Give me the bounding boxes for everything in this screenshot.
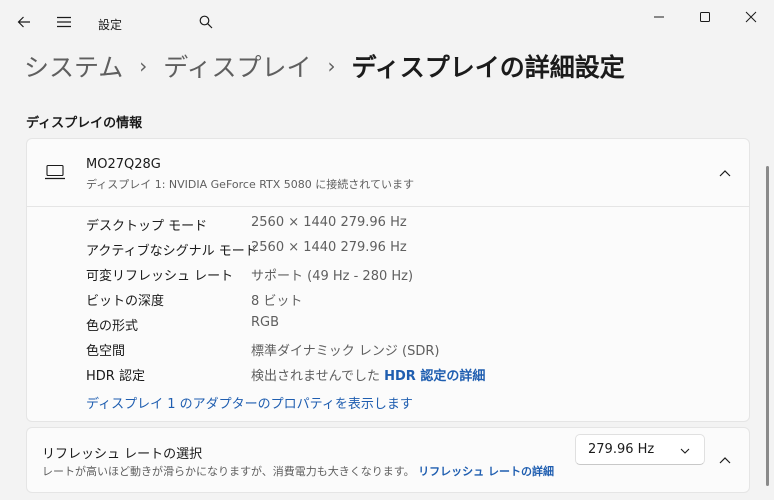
breadcrumb-display[interactable]: ディスプレイ (163, 48, 311, 84)
hdr-certification-link[interactable]: HDR 認定の詳細 (384, 369, 485, 384)
chevron-down-icon (680, 448, 690, 454)
refresh-rate-description: レートが高いほど動きが滑らかになりますが、消費電力も大きくなります。 リフレッシ… (42, 463, 554, 479)
refresh-rate-card: リフレッシュ レートの選択 レートが高いほど動きが滑らかになりますが、消費電力も… (26, 427, 750, 493)
property-value: 8 ビット (251, 294, 303, 309)
property-label: ビットの深度 (86, 294, 165, 309)
refresh-rate-selected-value: 279.96 Hz (588, 442, 655, 457)
minimize-button[interactable] (636, 2, 682, 32)
property-label: デスクトップ モード (86, 219, 208, 234)
monitor-name: MO27Q28G (86, 157, 161, 172)
back-button[interactable] (10, 8, 38, 36)
refresh-rate-details-link[interactable]: リフレッシュ レートの詳細 (418, 465, 554, 478)
title-bar: 設定 (0, 0, 774, 44)
property-value: 標準ダイナミック レンジ (SDR) (251, 344, 440, 359)
page-title: ディスプレイの詳細設定 (351, 53, 625, 82)
property-value: 検出されませんでした HDR 認定の詳細 (251, 365, 485, 384)
property-value: RGB (251, 315, 280, 330)
back-arrow-icon (17, 16, 30, 28)
scrollbar-thumb[interactable] (766, 166, 769, 486)
refresh-rate-title: リフレッシュ レートの選択 (42, 447, 203, 462)
hdr-status: 検出されませんでした (251, 369, 380, 384)
display-info-card: MO27Q28G ディスプレイ 1: NVIDIA GeForce RTX 50… (26, 138, 750, 422)
refresh-collapse-chevron-up-icon[interactable] (718, 453, 732, 467)
display-info-header[interactable]: MO27Q28G ディスプレイ 1: NVIDIA GeForce RTX 50… (27, 139, 749, 207)
search-icon (199, 15, 213, 29)
property-label: アクティブなシグナル モード (86, 244, 258, 259)
property-label: 可変リフレッシュ レート (86, 269, 234, 284)
minimize-icon (654, 16, 664, 18)
close-icon (745, 11, 757, 23)
laptop-icon (45, 164, 65, 180)
menu-button[interactable] (50, 8, 78, 36)
breadcrumb: システム › ディスプレイ › ディスプレイの詳細設定 (24, 46, 625, 86)
search-button[interactable] (192, 8, 220, 36)
property-label: 色空間 (86, 344, 126, 359)
refresh-rate-description-text: レートが高いほど動きが滑らかになりますが、消費電力も大きくなります。 (42, 465, 415, 478)
refresh-rate-select[interactable]: 279.96 Hz (575, 434, 705, 465)
breadcrumb-system[interactable]: システム (24, 48, 123, 84)
property-label: 色の形式 (86, 319, 139, 334)
window-title: 設定 (98, 18, 123, 32)
close-button[interactable] (728, 2, 774, 32)
hamburger-icon (57, 16, 71, 28)
property-value: 2560 × 1440 279.96 Hz (251, 240, 407, 255)
property-value: 2560 × 1440 279.96 Hz (251, 215, 407, 230)
adapter-properties-link[interactable]: ディスプレイ 1 のアダプターのプロパティを表示します (86, 393, 413, 412)
monitor-description: ディスプレイ 1: NVIDIA GeForce RTX 5080 に接続されて… (86, 178, 414, 191)
breadcrumb-chevron-icon: › (139, 54, 148, 78)
property-value: サポート (49 Hz - 280 Hz) (251, 269, 414, 284)
maximize-button[interactable] (682, 2, 728, 32)
collapse-chevron-up-icon[interactable] (718, 166, 732, 180)
scrollbar[interactable] (766, 150, 770, 490)
section-title: ディスプレイの情報 (26, 116, 143, 131)
property-label: HDR 認定 (86, 369, 145, 384)
breadcrumb-chevron-icon: › (327, 54, 336, 78)
maximize-icon (700, 12, 710, 22)
